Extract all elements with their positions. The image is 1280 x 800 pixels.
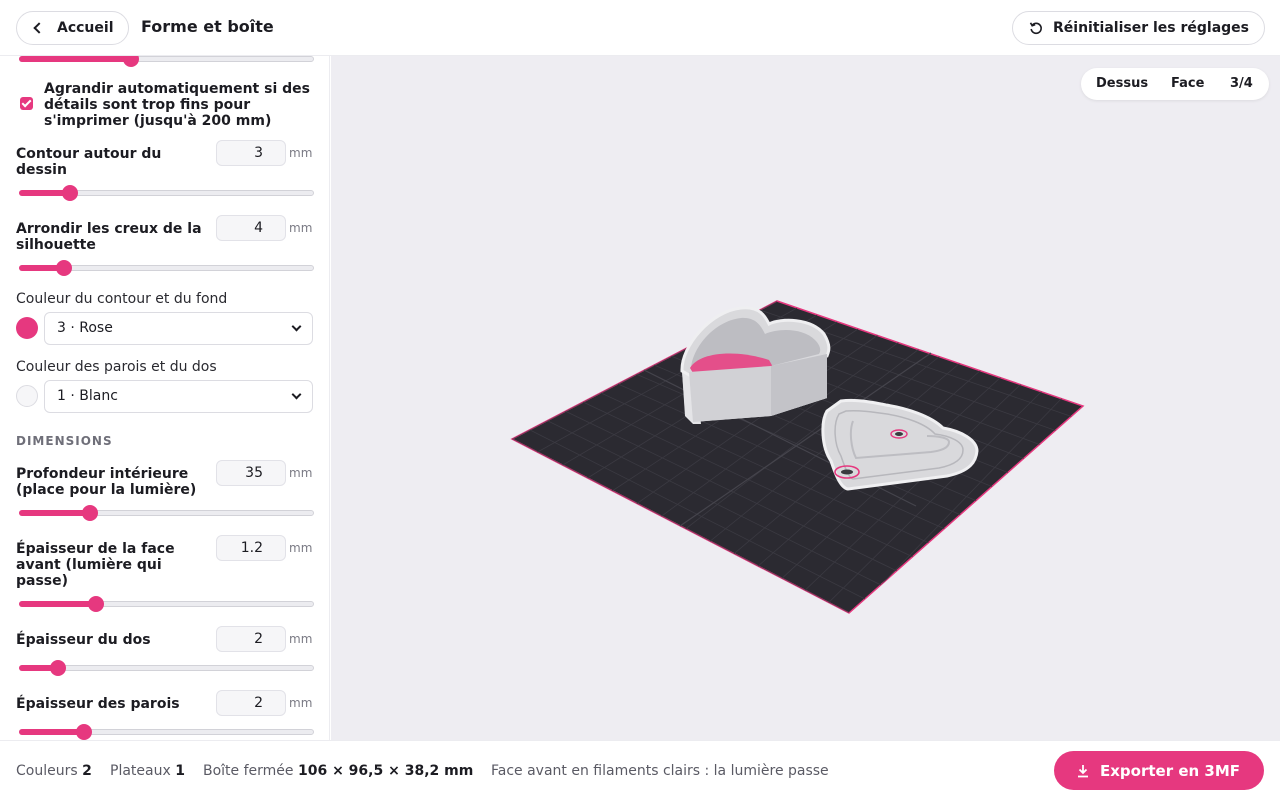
slider-thumb[interactable] bbox=[50, 660, 67, 676]
slider-thumb[interactable] bbox=[76, 724, 93, 740]
inner-depth-input[interactable]: 35 bbox=[216, 460, 286, 486]
auto-enlarge-label: Agrandir automatiquement si des détails … bbox=[44, 81, 310, 129]
front-face-note: Face avant en filaments clairs : la lumi… bbox=[491, 763, 829, 779]
slider-fill bbox=[19, 510, 90, 516]
slider-thumb[interactable] bbox=[55, 260, 72, 276]
wall-thickness-input[interactable]: 2 bbox=[216, 690, 286, 716]
label-line: Épaisseur de la face bbox=[16, 541, 175, 557]
label-line: silhouette bbox=[16, 237, 96, 253]
label-line: détails sont trop fins pour bbox=[44, 97, 251, 113]
label-line: Profondeur intérieure bbox=[16, 466, 189, 482]
label-line: Contour autour du bbox=[16, 146, 162, 162]
inner-depth-unit: mm bbox=[289, 466, 313, 480]
3d-viewport[interactable]: Dessus Face 3/4 bbox=[331, 56, 1280, 740]
reset-icon bbox=[1029, 22, 1042, 35]
view-button-three-quarter[interactable]: 3/4 bbox=[1230, 76, 1253, 91]
view-button-front[interactable]: Face bbox=[1171, 76, 1204, 91]
slider-fill bbox=[19, 56, 131, 62]
top-bar: Accueil Forme et boîte Réinitialiser les… bbox=[0, 0, 1280, 56]
wall-color-value: 1 · Blanc bbox=[57, 388, 118, 404]
wall-thickness-unit: mm bbox=[289, 696, 313, 710]
scene-render bbox=[510, 300, 1085, 614]
label-line: passe) bbox=[16, 573, 69, 589]
chevron-down-icon bbox=[291, 389, 302, 400]
slider-fill bbox=[19, 601, 96, 607]
label-line: dessin bbox=[16, 162, 67, 178]
label-line: s'imprimer (jusqu'à 200 mm) bbox=[44, 113, 272, 129]
page-title: Forme et boîte bbox=[141, 17, 274, 36]
stat-label: Plateaux bbox=[110, 763, 171, 779]
back-button[interactable]: Accueil bbox=[16, 11, 129, 45]
round-hollows-slider[interactable] bbox=[19, 260, 314, 276]
reset-settings-label: Réinitialiser les réglages bbox=[1053, 20, 1249, 36]
closed-box-stat: Boîte fermée 106 × 96,5 × 38,2 mm bbox=[203, 763, 473, 779]
reset-settings-button[interactable]: Réinitialiser les réglages bbox=[1012, 11, 1265, 45]
contour-input[interactable]: 3 bbox=[216, 140, 286, 166]
back-thickness-slider[interactable] bbox=[19, 660, 314, 676]
auto-enlarge-checkbox[interactable] bbox=[20, 97, 33, 110]
view-button-top[interactable]: Dessus bbox=[1096, 76, 1148, 91]
contour-label: Contour autour du dessin bbox=[16, 146, 161, 178]
view-switcher: Dessus Face 3/4 bbox=[1081, 68, 1269, 100]
slider-thumb[interactable] bbox=[123, 56, 140, 67]
wall-thickness-slider[interactable] bbox=[19, 724, 314, 740]
stat-value: 1 bbox=[175, 763, 185, 779]
contour-unit: mm bbox=[289, 146, 313, 160]
front-thickness-input[interactable]: 1.2 bbox=[216, 535, 286, 561]
front-thickness-label: Épaisseur de la face avant (lumière qui … bbox=[16, 541, 175, 589]
wall-color-swatch bbox=[16, 385, 38, 407]
stat-label: Couleurs bbox=[16, 763, 78, 779]
label-line: avant (lumière qui bbox=[16, 557, 162, 573]
export-button-label: Exporter en 3MF bbox=[1100, 761, 1241, 780]
round-hollows-unit: mm bbox=[289, 221, 313, 235]
back-thickness-input[interactable]: 2 bbox=[216, 626, 286, 652]
label-line: (place pour la lumière) bbox=[16, 482, 197, 498]
download-icon bbox=[1078, 764, 1088, 777]
stat-value: 106 × 96,5 × 38,2 mm bbox=[297, 763, 474, 779]
colors-stat: Couleurs 2 bbox=[16, 763, 92, 779]
outline-color-select[interactable]: 3 · Rose bbox=[44, 312, 313, 345]
slider-thumb[interactable] bbox=[61, 185, 78, 201]
slider-fill bbox=[19, 729, 84, 735]
settings-panel: Agrandir automatiquement si des détails … bbox=[0, 56, 330, 740]
wall-color-select[interactable]: 1 · Blanc bbox=[44, 380, 313, 413]
back-button-label: Accueil bbox=[57, 20, 114, 36]
stat-value: 2 bbox=[82, 763, 92, 779]
front-thickness-slider[interactable] bbox=[19, 596, 314, 612]
outline-color-value: 3 · Rose bbox=[57, 320, 113, 336]
round-hollows-label: Arrondir les creux de la silhouette bbox=[16, 221, 202, 253]
label-line: Agrandir automatiquement si des bbox=[44, 81, 310, 97]
back-thickness-unit: mm bbox=[289, 632, 313, 646]
slider-thumb[interactable] bbox=[88, 596, 105, 612]
chevron-down-icon bbox=[291, 321, 302, 332]
wall-thickness-label: Épaisseur des parois bbox=[16, 696, 180, 712]
slider-thumb[interactable] bbox=[82, 505, 99, 521]
wall-color-label: Couleur des parois et du dos bbox=[16, 359, 217, 375]
outline-color-label: Couleur du contour et du fond bbox=[16, 291, 228, 307]
dimensions-section-title: DIMENSIONS bbox=[16, 434, 113, 448]
label-line: Arrondir les creux de la bbox=[16, 221, 202, 237]
status-bar: Couleurs 2 Plateaux 1 Boîte fermée 106 ×… bbox=[0, 740, 1280, 800]
inner-depth-slider[interactable] bbox=[19, 505, 314, 521]
plates-stat: Plateaux 1 bbox=[110, 763, 185, 779]
inner-depth-label: Profondeur intérieure (place pour la lum… bbox=[16, 466, 196, 498]
stat-label: Boîte fermée bbox=[203, 763, 294, 779]
round-hollows-input[interactable]: 4 bbox=[216, 215, 286, 241]
outline-color-swatch bbox=[16, 317, 38, 339]
back-thickness-label: Épaisseur du dos bbox=[16, 632, 151, 648]
top-slider[interactable] bbox=[19, 56, 314, 67]
front-thickness-unit: mm bbox=[289, 541, 313, 555]
contour-slider[interactable] bbox=[19, 185, 314, 201]
export-3mf-button[interactable]: Exporter en 3MF bbox=[1054, 751, 1264, 790]
chevron-left-icon bbox=[33, 22, 45, 34]
